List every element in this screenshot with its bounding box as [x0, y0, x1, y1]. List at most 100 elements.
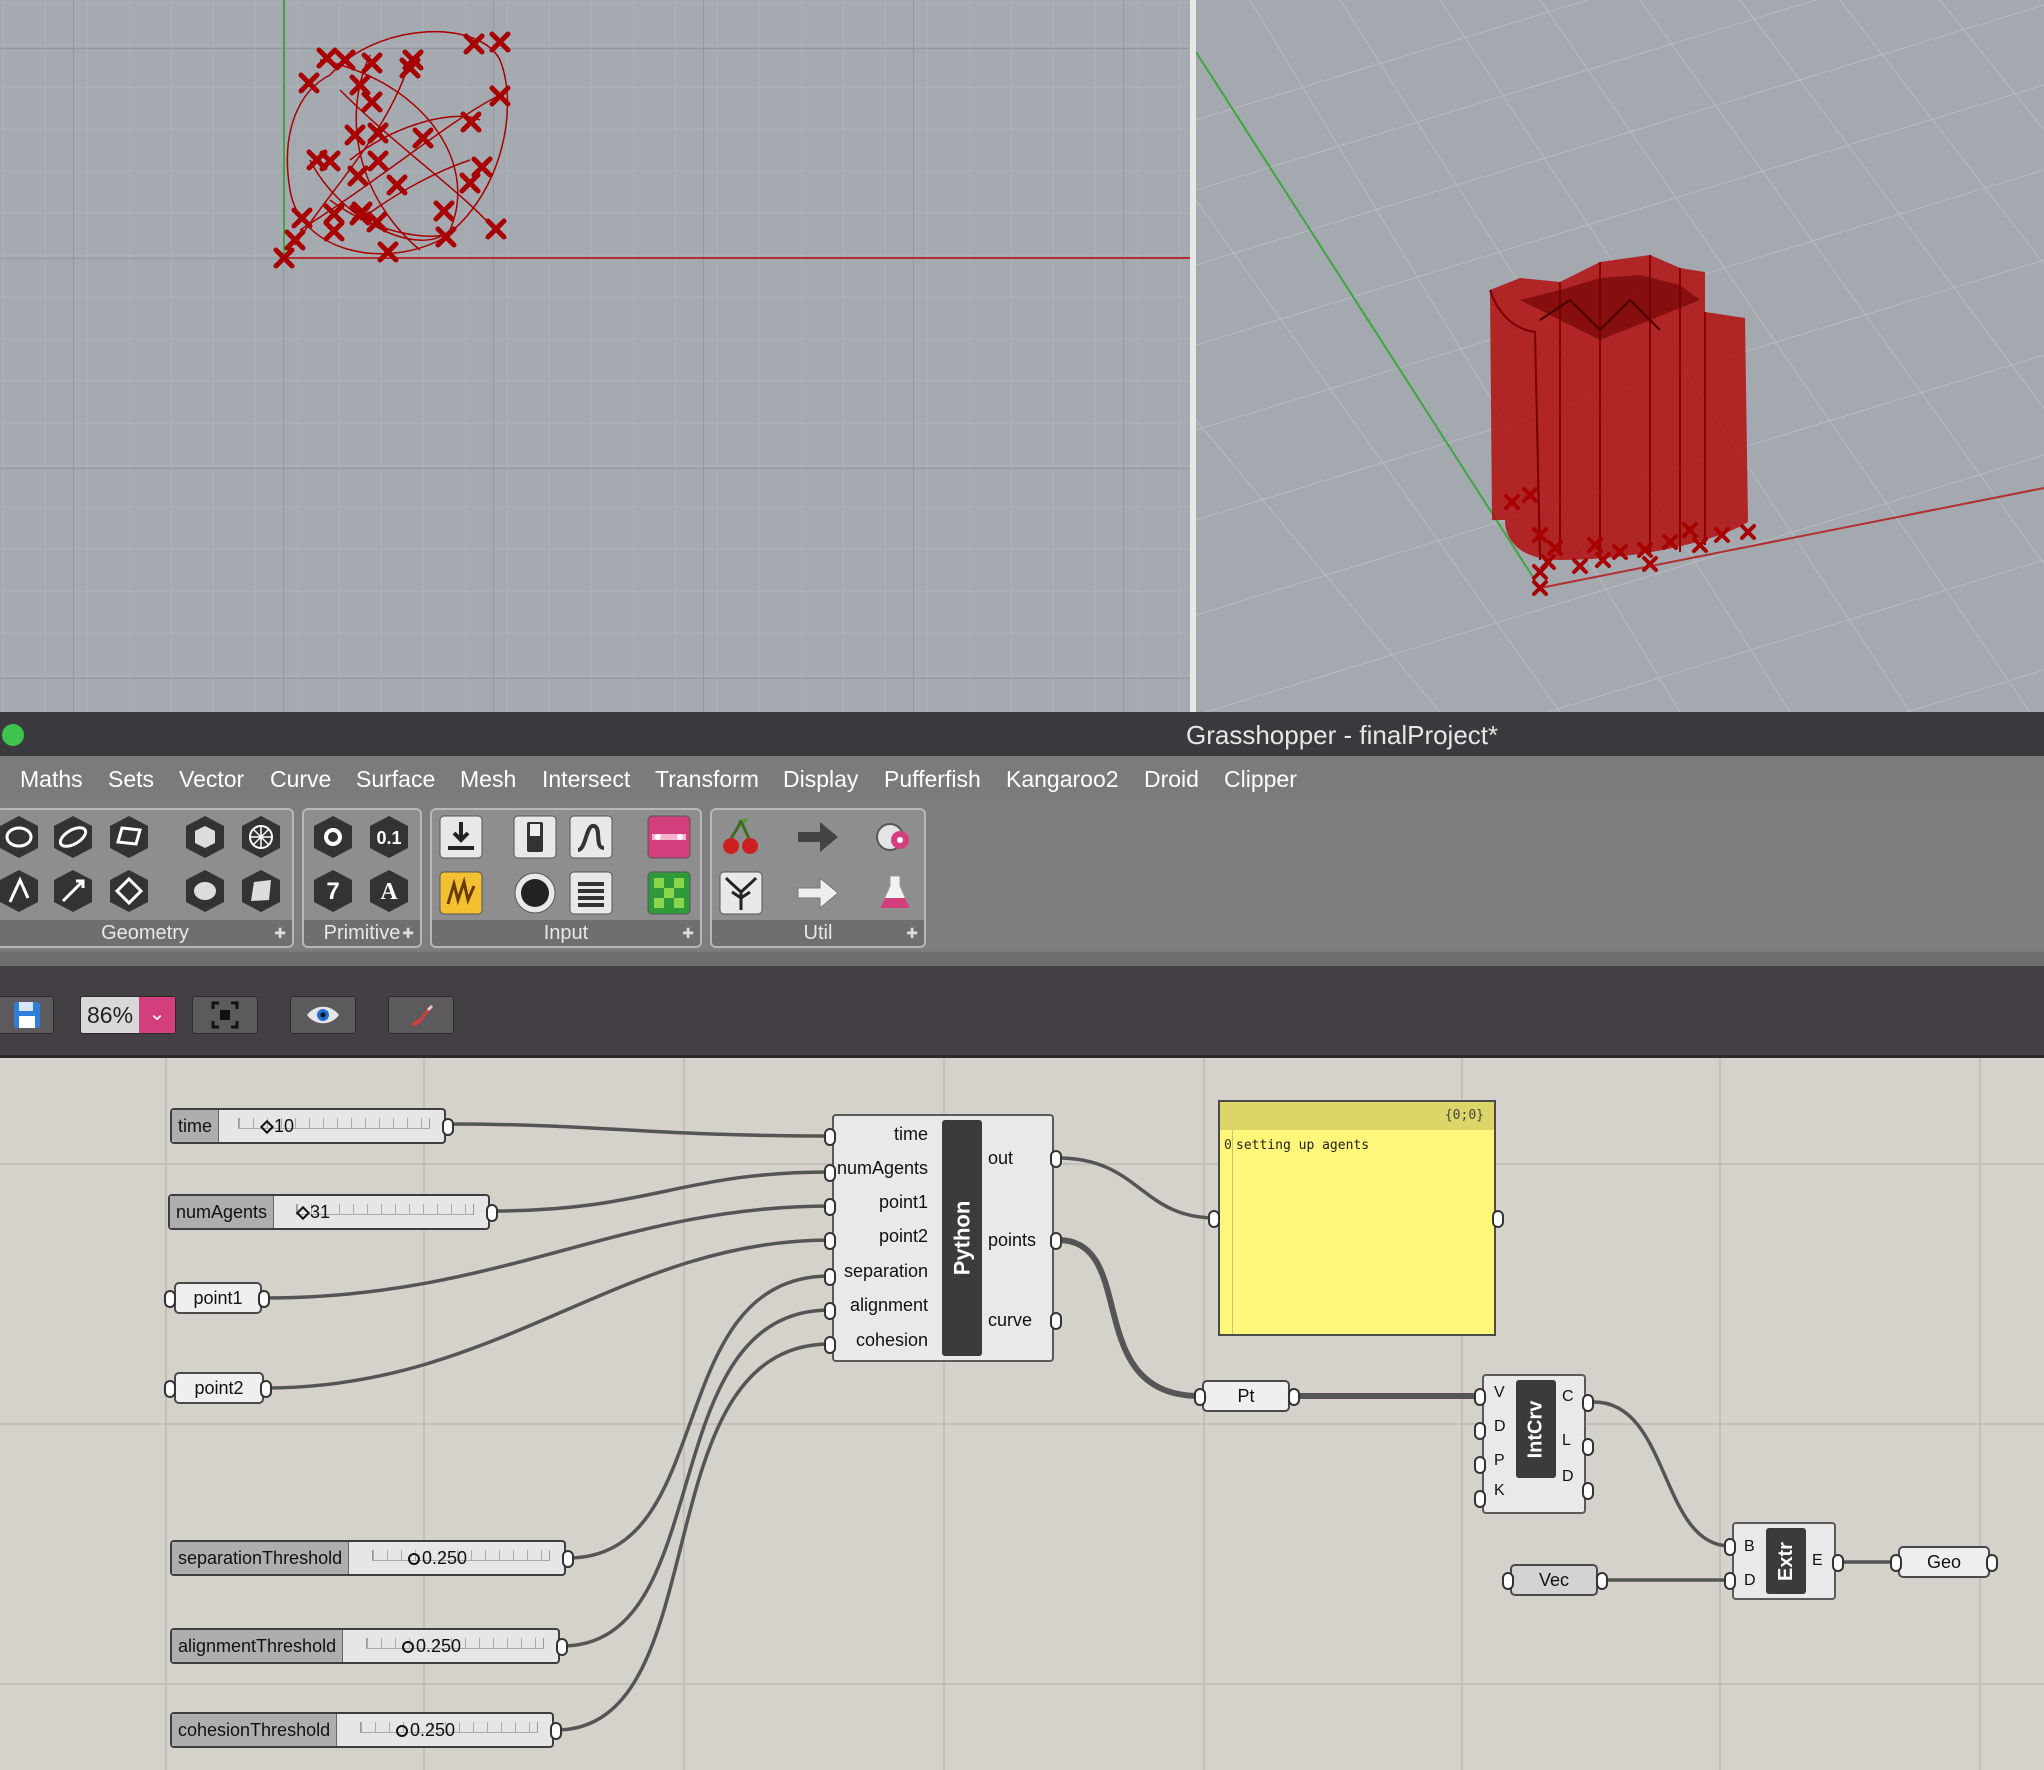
intcrv-output-l[interactable]: L	[1562, 1432, 1571, 1450]
extr-grip-d[interactable]	[1724, 1572, 1736, 1590]
geo-param[interactable]: Geo	[1898, 1546, 1990, 1578]
python-input-point2[interactable]: point2	[879, 1226, 928, 1247]
tab-surface[interactable]: Surface	[356, 766, 435, 793]
alignment-output-grip[interactable]	[556, 1638, 568, 1656]
extr-input-d[interactable]: D	[1744, 1572, 1756, 1590]
vec-input-grip[interactable]	[1502, 1572, 1514, 1590]
gradient-icon[interactable]	[646, 814, 692, 860]
numagents-slider[interactable]: numAgents 31	[168, 1194, 490, 1230]
python-grip-curve[interactable]	[1050, 1312, 1062, 1330]
cohesion-output-grip[interactable]	[550, 1722, 562, 1740]
graph-mapper-icon[interactable]	[568, 814, 614, 860]
python-output-curve[interactable]: curve	[988, 1310, 1032, 1331]
tab-pufferfish[interactable]: Pufferfish	[884, 766, 981, 793]
intcrv-input-v[interactable]: V	[1494, 1384, 1505, 1402]
panel-expand-icon[interactable]: ✚	[682, 920, 694, 946]
number-icon[interactable]: 0.1	[366, 814, 412, 860]
flask-icon[interactable]	[872, 870, 918, 916]
geo-output-grip[interactable]	[1986, 1554, 1998, 1572]
tab-display[interactable]: Display	[783, 766, 858, 793]
tab-maths[interactable]: Maths	[20, 766, 83, 793]
python-grip-point1[interactable]	[824, 1198, 836, 1216]
extr-input-b[interactable]: B	[1744, 1538, 1755, 1556]
panel-output-grip[interactable]	[1492, 1210, 1504, 1228]
tab-clipper[interactable]: Clipper	[1224, 766, 1297, 793]
python-input-separation[interactable]: separation	[844, 1261, 928, 1282]
point2-output-grip[interactable]	[260, 1380, 272, 1398]
tab-mesh[interactable]: Mesh	[460, 766, 516, 793]
slider-track[interactable]: 0.250	[358, 1542, 564, 1574]
python-input-cohesion[interactable]: cohesion	[856, 1330, 928, 1351]
text-panel[interactable]: {0;0} 0 setting up agents	[1218, 1100, 1496, 1336]
python-grip-cohesion[interactable]	[824, 1336, 836, 1354]
sketch-button[interactable]	[388, 996, 454, 1034]
text-icon[interactable]: A	[366, 868, 412, 914]
tab-intersect[interactable]: Intersect	[542, 766, 630, 793]
python-component[interactable]: time numAgents point1 point2 separation …	[832, 1114, 1054, 1362]
intcrv-grip-v[interactable]	[1474, 1388, 1486, 1406]
pt-output-grip[interactable]	[1288, 1388, 1300, 1406]
python-grip-point2[interactable]	[824, 1232, 836, 1250]
panel-expand-icon[interactable]: ✚	[402, 920, 414, 946]
import-icon[interactable]	[438, 814, 484, 860]
separation-output-grip[interactable]	[562, 1550, 574, 1568]
cylinder-icon[interactable]	[182, 868, 228, 914]
time-output-grip[interactable]	[442, 1118, 454, 1136]
zoom-extents-button[interactable]	[192, 996, 258, 1034]
integer-icon[interactable]: 7	[310, 868, 356, 914]
time-slider[interactable]: time 10	[170, 1108, 446, 1144]
chevron-down-icon[interactable]: ⌄	[139, 997, 175, 1033]
zoom-level-dropdown[interactable]: 86% ⌄	[80, 996, 176, 1034]
ellipse-icon[interactable]	[50, 814, 96, 860]
slider-track[interactable]: 0.250	[346, 1714, 552, 1746]
python-grip-numagents[interactable]	[824, 1164, 836, 1182]
python-output-out[interactable]: out	[988, 1148, 1013, 1169]
python-grip-points[interactable]	[1050, 1232, 1062, 1250]
slider-track[interactable]: 31	[282, 1196, 488, 1228]
panel-expand-icon[interactable]: ✚	[274, 920, 286, 946]
intcrv-grip-d-out[interactable]	[1582, 1482, 1594, 1500]
point1-param[interactable]: point1	[174, 1282, 262, 1314]
python-input-numagents[interactable]: numAgents	[837, 1158, 928, 1179]
point1-input-grip[interactable]	[164, 1290, 176, 1308]
point2-param[interactable]: point2	[174, 1372, 264, 1404]
relay-icon[interactable]	[872, 814, 918, 860]
tab-transform[interactable]: Transform	[655, 766, 759, 793]
arrow-right-icon[interactable]	[794, 814, 840, 860]
circle-param-icon[interactable]	[310, 814, 356, 860]
point2-input-grip[interactable]	[164, 1380, 176, 1398]
python-input-alignment[interactable]: alignment	[850, 1295, 928, 1316]
python-grip-time[interactable]	[824, 1128, 836, 1146]
geo-input-grip[interactable]	[1890, 1554, 1902, 1572]
slider-icon[interactable]	[438, 870, 484, 916]
intcrv-component-lower[interactable]: K D	[1482, 1468, 1586, 1514]
extr-grip-b[interactable]	[1724, 1538, 1736, 1556]
point1-output-grip[interactable]	[258, 1290, 270, 1308]
intcrv-grip-l[interactable]	[1582, 1438, 1594, 1456]
perspective-viewport[interactable]	[1196, 0, 2044, 712]
slider-track[interactable]: 0.250	[352, 1630, 558, 1662]
tab-kangaroo2[interactable]: Kangaroo2	[1006, 766, 1119, 793]
tab-curve[interactable]: Curve	[270, 766, 331, 793]
button-icon[interactable]	[512, 870, 558, 916]
intcrv-input-k[interactable]: K	[1494, 1482, 1505, 1500]
toggle-icon[interactable]	[512, 814, 558, 860]
panel-expand-icon[interactable]: ✚	[906, 920, 918, 946]
tab-droid[interactable]: Droid	[1144, 766, 1199, 793]
python-grip-alignment[interactable]	[824, 1302, 836, 1320]
save-button[interactable]	[0, 996, 54, 1034]
python-grip-out[interactable]	[1050, 1150, 1062, 1168]
line-icon[interactable]	[0, 868, 42, 914]
cherry-icon[interactable]	[718, 814, 764, 860]
cohesion-threshold-slider[interactable]: cohesionThreshold 0.250	[170, 1712, 554, 1748]
rectangle-icon[interactable]	[106, 814, 152, 860]
box-icon[interactable]	[182, 814, 228, 860]
tree-icon[interactable]	[718, 870, 764, 916]
tab-sets[interactable]: Sets	[108, 766, 154, 793]
grasshopper-canvas[interactable]: time 10 numAgents 31 separationThreshold…	[0, 1058, 2044, 1770]
extr-grip-e[interactable]	[1832, 1554, 1844, 1572]
slider-track[interactable]: 10	[224, 1110, 444, 1142]
intcrv-grip-d[interactable]	[1474, 1422, 1486, 1440]
extr-output-e[interactable]: E	[1812, 1552, 1823, 1570]
intcrv-grip-c[interactable]	[1582, 1394, 1594, 1412]
